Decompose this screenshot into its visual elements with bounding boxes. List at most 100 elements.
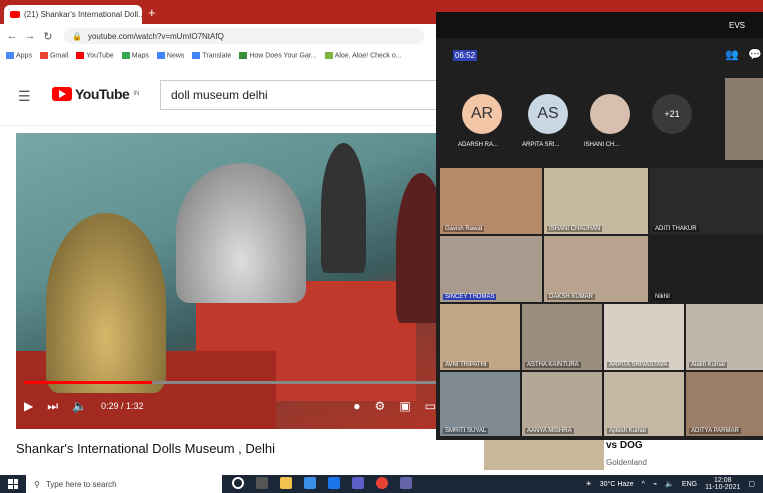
- video-frame-doll: [46, 213, 166, 393]
- meeting-title: EVS: [728, 21, 745, 30]
- video-frame-doll: [321, 143, 366, 273]
- participant-tile[interactable]: Nikhil: [650, 236, 763, 302]
- bookmark-item[interactable]: Aloe, Aloe! Check o...: [324, 51, 402, 59]
- avatar[interactable]: AR: [462, 94, 502, 134]
- clock[interactable]: 12:08 11-10-2021: [705, 477, 740, 491]
- participant-tile[interactable]: ISHANI CHAUHAN: [544, 168, 648, 234]
- bookmark-item[interactable]: Apps: [6, 51, 32, 59]
- participant-tile[interactable]: ASTHA KAINTURA: [522, 304, 602, 370]
- participant-tile[interactable]: SMRITI SUYAL: [440, 372, 520, 436]
- reload-icon[interactable]: ↻: [42, 30, 54, 43]
- autoplay-toggle-icon[interactable]: ●: [353, 399, 360, 413]
- participant-tile[interactable]: Alakh Kumar: [686, 304, 763, 370]
- bookmark-item[interactable]: News: [156, 51, 184, 59]
- teams-icon[interactable]: [352, 477, 364, 489]
- bookmark-item[interactable]: How Does Your Gar...: [239, 51, 317, 59]
- avatar[interactable]: AS: [528, 94, 568, 134]
- suggested-video-thumbnail[interactable]: [484, 440, 604, 470]
- menu-icon[interactable]: ☰: [18, 88, 31, 105]
- participant-tile[interactable]: AVNI TRIPATHI: [440, 304, 520, 370]
- avatar-name: ADARSH RA...: [458, 142, 499, 148]
- video-grid: Gavish Rawat ISHANI CHAUHAN ADITI THAKUR…: [440, 168, 763, 436]
- video-time: 0:29 / 1:32: [101, 401, 144, 411]
- avatar[interactable]: [590, 94, 630, 134]
- more-participants-button[interactable]: +21: [652, 94, 692, 134]
- participant-name: ARPITA SRIVASTAVA: [607, 362, 670, 368]
- app-icon[interactable]: [400, 477, 412, 489]
- video-frame-doll: [176, 163, 306, 303]
- participant-tile[interactable]: ARPITA SRIVASTAVA: [604, 304, 684, 370]
- chrome-icon[interactable]: [376, 477, 388, 489]
- browser-tab[interactable]: (21) Shankar's International Doll... ✕: [4, 5, 142, 24]
- chevron-up-icon[interactable]: ^: [642, 481, 645, 488]
- search-icon: ⚲: [34, 479, 40, 489]
- taskbar-search-input[interactable]: ⚲ Type here to search: [26, 475, 222, 493]
- participant-tile[interactable]: Ajitesh Kumar: [604, 372, 684, 436]
- taskbar: ⚲ Type here to search ☀ 30°C Haze ^ ⌁ 🔈 …: [0, 475, 763, 493]
- chat-icon[interactable]: 💬: [748, 48, 762, 61]
- forward-icon[interactable]: →: [24, 30, 36, 42]
- file-explorer-icon[interactable]: [280, 477, 292, 489]
- video-frame-doll: [396, 173, 438, 323]
- pinned-video-tile[interactable]: [725, 78, 763, 160]
- bookmark-item[interactable]: Gmail: [39, 51, 68, 59]
- next-icon[interactable]: ⏭: [47, 399, 58, 414]
- url-text: youtube.com/watch?v=mUmIO7NtAfQ: [87, 31, 224, 41]
- bookmark-item[interactable]: YouTube: [76, 51, 114, 59]
- weather-icon: ☀: [585, 481, 592, 488]
- participant-name: SINCEY THOMAS: [443, 294, 497, 300]
- store-icon[interactable]: [304, 477, 316, 489]
- participant-tile[interactable]: ADITYA PARMAR: [686, 372, 763, 436]
- bookmark-item[interactable]: Maps: [121, 51, 149, 59]
- taskbar-apps: [232, 477, 412, 489]
- participant-name: Alakh Kumar: [689, 362, 728, 368]
- task-view-icon[interactable]: [256, 477, 268, 489]
- suggested-video-title[interactable]: vs DOG: [606, 440, 643, 451]
- participant-tile[interactable]: DAKSH KUMAR: [544, 236, 648, 302]
- cortana-icon[interactable]: [232, 477, 244, 489]
- play-icon[interactable]: ▶: [24, 399, 33, 413]
- participant-name: DAKSH KUMAR: [547, 294, 596, 300]
- avatar-name: ISHANI CH...: [584, 142, 620, 148]
- tab-title: (21) Shankar's International Doll...: [24, 10, 142, 19]
- participant-name: AANYA MISHRA: [525, 428, 574, 434]
- participant-name: SMRITI SUYAL: [443, 428, 489, 434]
- volume-tray-icon[interactable]: 🔈: [665, 480, 674, 488]
- mail-icon[interactable]: [328, 477, 340, 489]
- participant-name: Ajitesh Kumar: [607, 428, 649, 434]
- video-progress-bar[interactable]: [24, 381, 436, 384]
- youtube-favicon-icon: [10, 11, 20, 18]
- windows-start-icon[interactable]: [8, 479, 18, 489]
- settings-icon[interactable]: ⚙: [375, 399, 386, 413]
- participant-name: ADITYA PARMAR: [689, 428, 741, 434]
- youtube-icon: [76, 51, 85, 59]
- language-indicator[interactable]: ENG: [682, 481, 697, 488]
- youtube-play-icon: [52, 87, 72, 101]
- garden-icon: [239, 51, 248, 59]
- participant-tile[interactable]: Gavish Rawat: [440, 168, 542, 234]
- theater-icon[interactable]: ▭: [425, 399, 436, 413]
- search-placeholder: Type here to search: [45, 479, 117, 489]
- search-input[interactable]: doll museum delhi: [160, 80, 438, 110]
- back-icon[interactable]: ←: [6, 30, 18, 42]
- participant-tile[interactable]: SINCEY THOMAS: [440, 236, 542, 302]
- network-icon[interactable]: ⌁: [653, 480, 657, 488]
- miniplayer-icon[interactable]: ▣: [399, 399, 410, 413]
- youtube-logo-text: YouTube: [75, 86, 130, 102]
- clock-time: 12:08: [713, 477, 732, 484]
- more-count: +21: [664, 109, 680, 119]
- url-field[interactable]: 🔒 youtube.com/watch?v=mUmIO7NtAfQ: [64, 28, 424, 44]
- volume-icon[interactable]: 🔈: [72, 399, 87, 413]
- notification-icon[interactable]: ▢: [748, 480, 755, 488]
- weather-text[interactable]: 30°C Haze: [600, 481, 634, 488]
- new-tab-button[interactable]: +: [148, 5, 156, 20]
- video-controls: ▶ ⏭ 🔈 0:29 / 1:32 ● ⚙ ▣ ▭: [24, 396, 436, 416]
- bookmark-item[interactable]: Translate: [192, 51, 231, 59]
- participant-name: ASTHA KAINTURA: [525, 362, 581, 368]
- participant-tile[interactable]: ADITI THAKUR: [650, 168, 763, 234]
- participants-icon[interactable]: 👥: [725, 48, 739, 61]
- youtube-logo[interactable]: YouTube IN: [52, 86, 139, 102]
- participant-name: Gavish Rawat: [443, 226, 485, 232]
- video-player[interactable]: [16, 133, 438, 429]
- participant-tile[interactable]: AANYA MISHRA: [522, 372, 602, 436]
